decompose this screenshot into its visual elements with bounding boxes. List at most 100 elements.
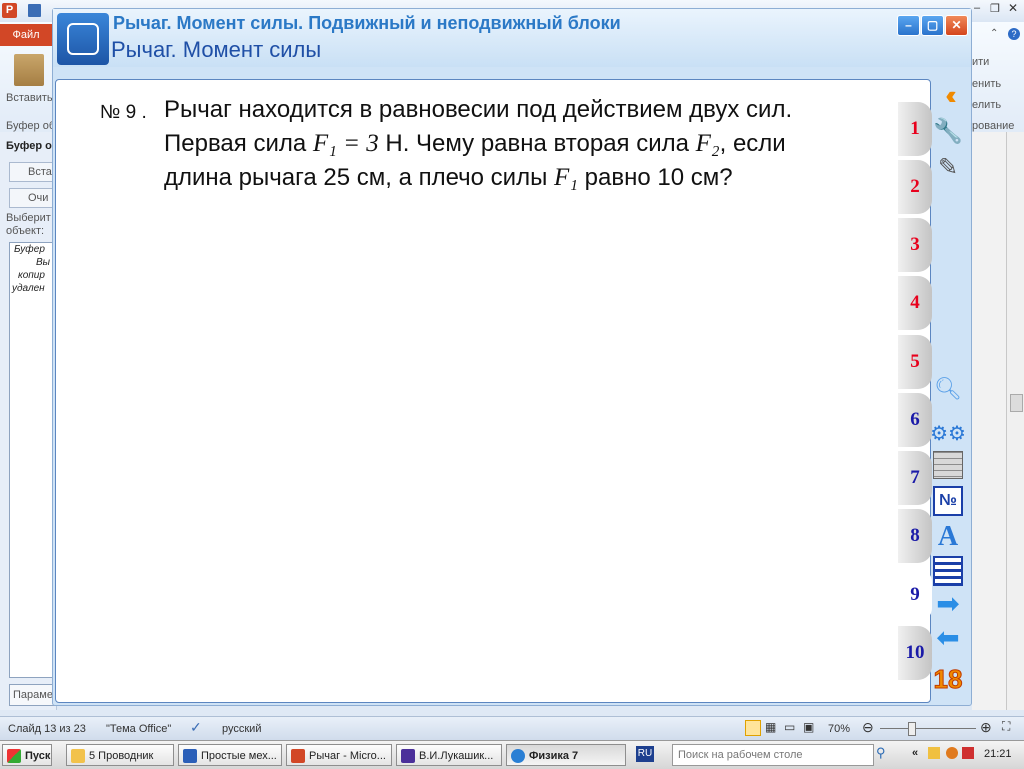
clipboard-pane-title: Буфер о (6, 140, 52, 152)
taskbar-item-label: Рычаг - Micro... (309, 750, 386, 762)
clock: 21:21 (984, 748, 1012, 760)
params-label: Парамет (13, 689, 58, 701)
age-badge-icon[interactable]: 18 (931, 663, 965, 695)
fit-window-icon[interactable]: ⛶ (1002, 719, 1010, 734)
ribbon-label-2[interactable]: енить (972, 78, 1001, 90)
ribbon-label-3[interactable]: елить (972, 99, 1001, 111)
taskbar-item-explorer[interactable]: 5 Проводник (66, 744, 174, 766)
formula-f2: F₂ (695, 130, 720, 157)
app-title: Рычаг. Момент силы. Подвижный и неподвиж… (113, 13, 621, 33)
file-tab[interactable]: Файл (0, 24, 52, 46)
zoom-slider-thumb[interactable] (908, 722, 916, 736)
tab-2[interactable]: 2 (898, 160, 932, 214)
logo-figure-icon (67, 23, 99, 55)
problem-text: Н. Чему равна вторая сила (378, 130, 696, 157)
view-sorter-icon[interactable]: ▦ (765, 720, 776, 734)
ribbon-label-4: рование (972, 120, 1015, 132)
zoom-slider[interactable] (880, 728, 976, 729)
book-icon (401, 749, 415, 763)
paste-label[interactable]: Вставить (6, 92, 53, 104)
view-slideshow-icon[interactable]: ▣ (803, 720, 814, 734)
paste-icon[interactable] (14, 54, 44, 86)
spellcheck-icon[interactable]: ✓ (190, 719, 202, 736)
view-reading-icon[interactable]: ▭ (784, 720, 795, 734)
tab-9[interactable]: 9 (898, 568, 932, 622)
search-icon[interactable]: ⚲ (876, 745, 886, 761)
wrench-icon[interactable]: 🔧 (931, 115, 965, 147)
rewind-icon[interactable]: ‹‹‹ (931, 79, 965, 111)
zoom-in-icon[interactable]: ⊕ (980, 719, 992, 736)
taskbar-item-physics[interactable]: Физика 7 (506, 744, 626, 766)
tab-3[interactable]: 3 (898, 218, 932, 272)
app-maximize-button[interactable]: ▢ (921, 15, 944, 36)
pane-clear-button[interactable]: Очи (9, 188, 57, 208)
language-label[interactable]: русский (222, 723, 261, 735)
tab-4[interactable]: 4 (898, 276, 932, 330)
tab-6[interactable]: 6 (898, 393, 932, 447)
clipboard-list[interactable]: Буфер Вы копир удален (9, 242, 57, 678)
status-bar: Слайд 13 из 23 "Тема Office" ✓ русский ▦… (0, 716, 1024, 741)
powerpoint-icon (291, 749, 305, 763)
arrow-right-icon[interactable]: ➡ (931, 587, 965, 619)
formula-f1: F₁ (554, 164, 578, 191)
numbered-icon-box: № (933, 486, 963, 516)
letter-a-icon[interactable]: A (931, 521, 965, 553)
params-button[interactable]: Парамет (9, 684, 58, 706)
taskbar-item-label: Физика 7 (529, 750, 579, 762)
scroll-thumb[interactable] (1010, 394, 1023, 412)
view-normal-icon[interactable] (745, 720, 761, 736)
slide-counter: Слайд 13 из 23 (8, 723, 86, 735)
start-button[interactable]: Пуск (2, 744, 52, 766)
taskbar-item-powerpoint[interactable]: Рычаг - Micro... (286, 744, 392, 766)
vertical-scrollbar[interactable] (1006, 132, 1024, 710)
help-icon[interactable]: ? (1008, 28, 1020, 40)
language-indicator[interactable]: RU (636, 746, 654, 762)
tab-8[interactable]: 8 (898, 509, 932, 563)
list-icon[interactable] (931, 555, 965, 587)
pencil-icon[interactable]: ✎ (931, 151, 965, 183)
tab-5[interactable]: 5 (898, 335, 932, 389)
chevron-up-icon[interactable]: ⌃ (990, 28, 998, 39)
save-icon[interactable] (28, 4, 41, 17)
magnifier-icon[interactable]: 🔍︎ (931, 373, 965, 405)
arrow-left-icon[interactable]: ⬅ (931, 621, 965, 653)
restore-icon[interactable]: ❐ (990, 2, 1000, 15)
table-grid (933, 451, 963, 479)
app-subtitle: Рычаг. Момент силы (111, 37, 322, 62)
taskbar-item-book[interactable]: В.И.Лукашик... (396, 744, 502, 766)
problem-line-2: Первая сила F₁ = 3 Н. Чему равна вторая … (164, 130, 786, 158)
table-icon[interactable] (931, 449, 965, 481)
zoom-level[interactable]: 70% (828, 723, 850, 735)
taskbar-item-word[interactable]: Простые мех... (178, 744, 282, 766)
physics-app-window: Рычаг. Момент силы. Подвижный и неподвиж… (52, 8, 972, 706)
problem-text: равно 10 см? (577, 164, 733, 191)
theme-name: "Тема Office" (106, 723, 172, 735)
windows-icon (7, 749, 21, 763)
gears-icon[interactable]: ⚙⚙ (930, 417, 966, 449)
close-icon[interactable]: ✕ (1008, 1, 1018, 15)
problem-text: Первая сила (164, 130, 313, 157)
tray-icon-2[interactable] (946, 747, 958, 759)
tab-10[interactable]: 10 (898, 626, 932, 680)
zoom-out-icon[interactable]: ⊖ (862, 719, 874, 736)
powerpoint-icon: P (2, 3, 17, 18)
clip-line: удален (12, 283, 45, 294)
tray-icon-1[interactable] (928, 747, 940, 759)
app-minimize-button[interactable]: – (897, 15, 920, 36)
problem-text: длина рычага 25 см, а плечо силы (164, 164, 554, 191)
numbered-icon[interactable]: № (931, 485, 965, 517)
tab-7[interactable]: 7 (898, 451, 932, 505)
taskbar: Пуск 5 Проводник Простые мех... Рычаг - … (0, 740, 1024, 769)
desktop-search-input[interactable]: Поиск на рабочем столе (672, 744, 874, 766)
problem-text: , если (719, 130, 786, 157)
tray-expand-icon[interactable]: « (912, 747, 918, 759)
ribbon-label-1[interactable]: ити (972, 56, 989, 68)
app-close-button[interactable]: ✕ (945, 15, 968, 36)
pane-paste-button[interactable]: Вста (9, 162, 57, 182)
pane-select-text: Выберит объект: (6, 212, 51, 237)
clip-line: копир (18, 270, 45, 281)
folder-icon (71, 749, 85, 763)
minimize-icon[interactable]: – (974, 2, 980, 14)
tab-1[interactable]: 1 (898, 102, 932, 156)
tray-icon-3[interactable] (962, 747, 974, 759)
